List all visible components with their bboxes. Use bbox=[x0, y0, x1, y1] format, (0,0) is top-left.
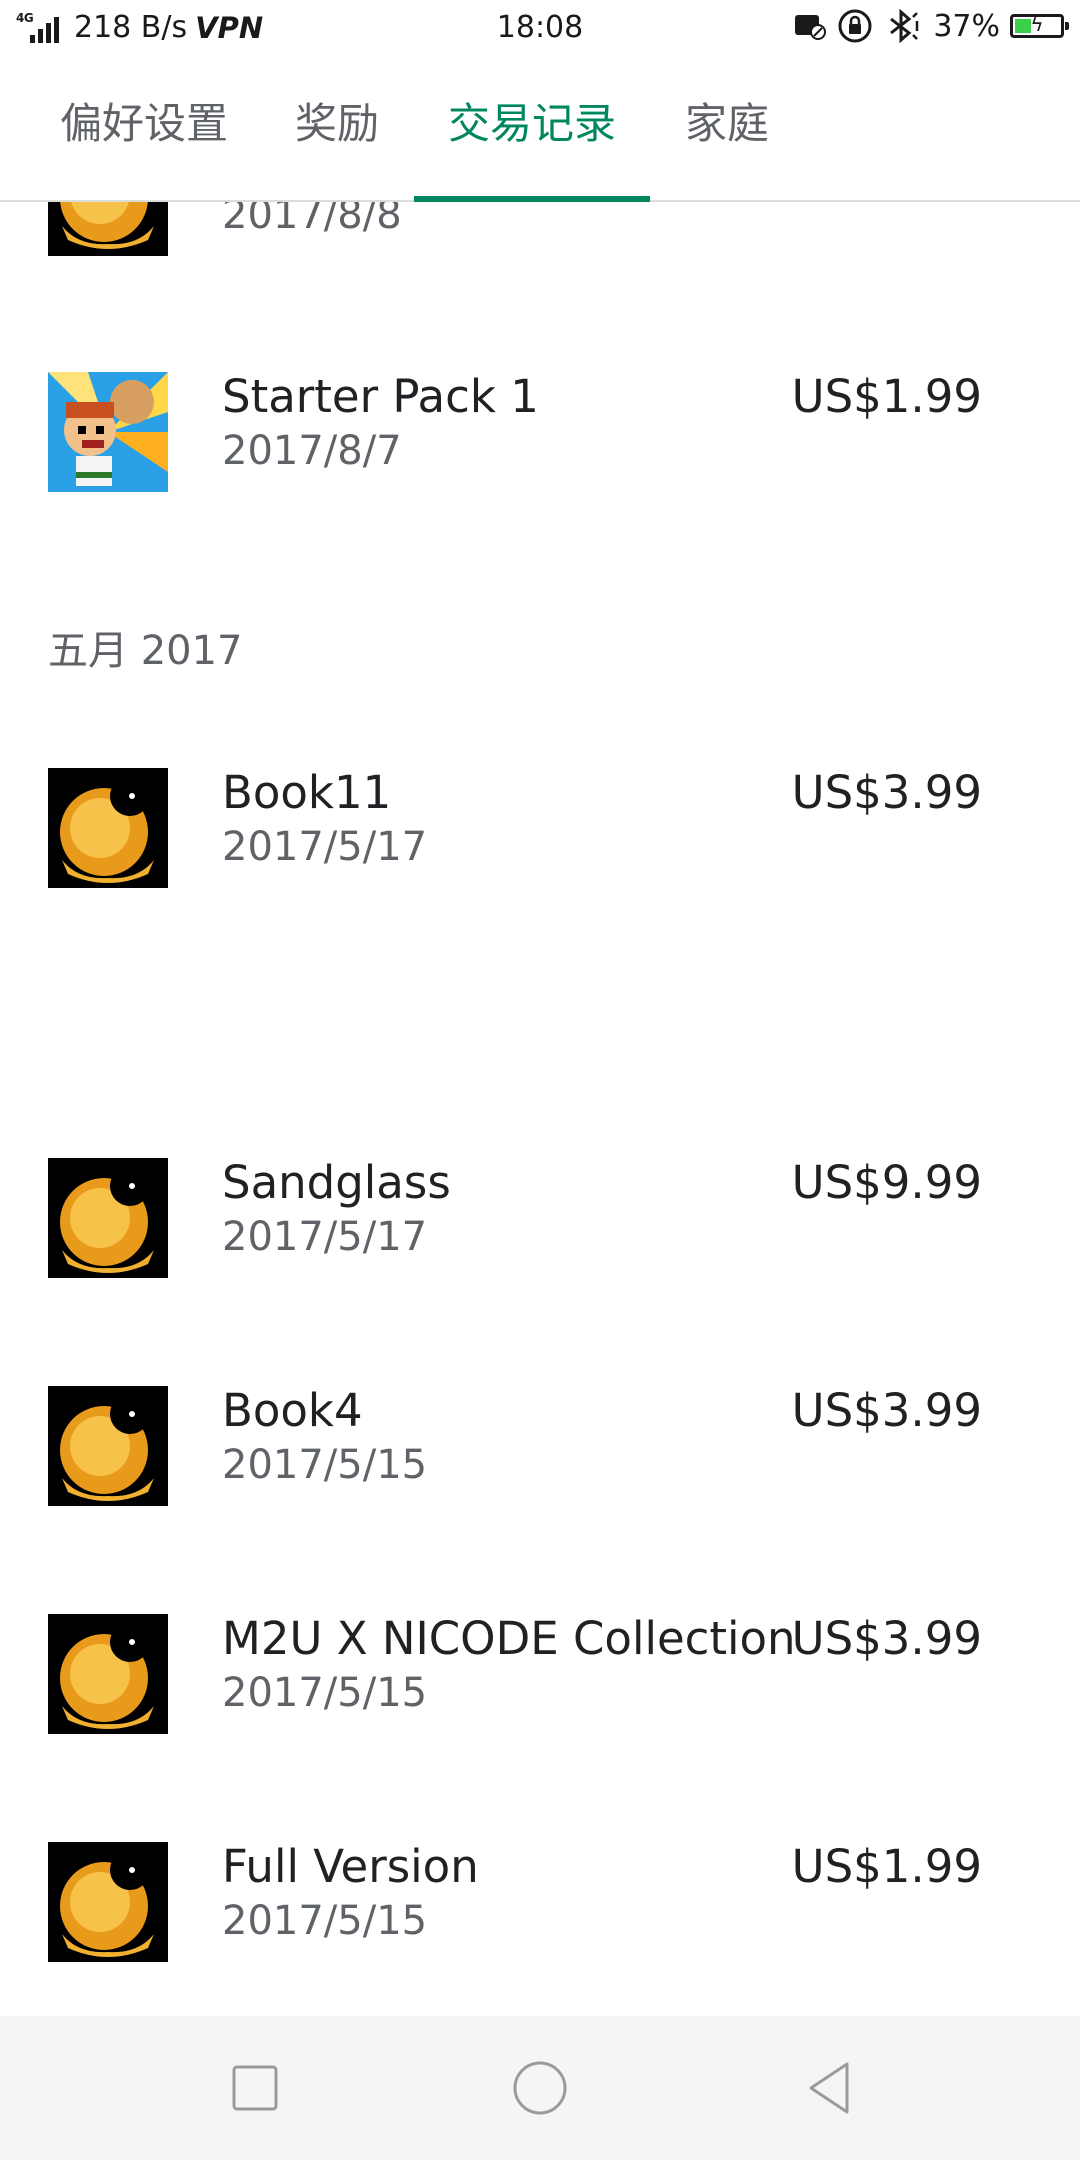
back-button[interactable] bbox=[793, 2052, 865, 2124]
item-price: US$3.99 bbox=[791, 766, 982, 819]
list-item[interactable]: Book11 2017/5/17 US$3.99 bbox=[0, 766, 1080, 948]
deemo-icon bbox=[48, 1386, 168, 1506]
status-bar: 4G 218 B/s VPN 18:08 37% ϟ bbox=[0, 0, 1080, 56]
tab-bar: 偏好设置 奖励 交易记录 家庭 bbox=[0, 72, 1080, 202]
item-date: 2017/8/8 bbox=[222, 202, 402, 238]
item-price: US$3.99 bbox=[791, 1612, 982, 1665]
list-item[interactable]: Book4 2017/5/15 US$3.99 bbox=[0, 1384, 1080, 1566]
screenshot-icon bbox=[795, 15, 827, 40]
recents-button[interactable] bbox=[219, 2052, 291, 2124]
section-header-month: 五月 2017 bbox=[48, 628, 243, 674]
dan-the-man-icon bbox=[48, 372, 168, 492]
item-title: Starter Pack 1 bbox=[222, 370, 539, 423]
deemo-icon bbox=[48, 202, 168, 256]
tab-preferences[interactable]: 偏好设置 bbox=[44, 72, 244, 198]
transaction-list[interactable]: 2017/8/8 Starter Pack 1 2017/8/7 US$1.99 bbox=[0, 202, 1080, 2016]
item-price: US$1.99 bbox=[791, 1840, 982, 1893]
list-item[interactable]: Starter Pack 1 2017/8/7 US$1.99 bbox=[0, 370, 1080, 552]
bluetooth-icon bbox=[890, 9, 919, 43]
item-date: 2017/5/15 bbox=[222, 1442, 428, 1488]
deemo-icon bbox=[48, 1614, 168, 1734]
item-title: Book4 bbox=[222, 1384, 363, 1437]
circle-icon bbox=[513, 2061, 567, 2115]
rotation-lock-icon bbox=[838, 9, 872, 43]
item-title: Sandglass bbox=[222, 1156, 451, 1209]
item-price: US$9.99 bbox=[791, 1156, 982, 1209]
item-date: 2017/5/15 bbox=[222, 1898, 428, 1944]
item-title: Book11 bbox=[222, 766, 392, 819]
list-item[interactable]: Full Version 2017/5/15 US$1.99 bbox=[0, 1840, 1080, 2016]
list-item[interactable]: Sandglass 2017/5/17 US$9.99 bbox=[0, 1156, 1080, 1338]
item-date: 2017/5/15 bbox=[222, 1670, 428, 1716]
deemo-icon bbox=[48, 1842, 168, 1962]
list-item[interactable]: M2U X NICODE Collection 2017/5/15 US$3.9… bbox=[0, 1612, 1080, 1794]
status-right: 37% ϟ bbox=[793, 8, 1069, 44]
item-price: US$1.99 bbox=[791, 370, 982, 423]
tab-family[interactable]: 家庭 bbox=[672, 72, 782, 198]
battery-icon: ϟ bbox=[1010, 12, 1069, 38]
deemo-icon bbox=[48, 1158, 168, 1278]
item-date: 2017/5/17 bbox=[222, 1214, 428, 1260]
tab-order-history[interactable]: 交易记录 bbox=[414, 72, 650, 198]
back-triangle-icon bbox=[809, 2062, 849, 2114]
battery-percent: 37% bbox=[933, 8, 1000, 44]
item-title: M2U X NICODE Collection bbox=[222, 1612, 796, 1665]
home-button[interactable] bbox=[504, 2052, 576, 2124]
item-date: 2017/5/17 bbox=[222, 824, 428, 870]
item-price: US$3.99 bbox=[791, 1384, 982, 1437]
list-item[interactable]: 2017/8/8 bbox=[0, 202, 1080, 316]
tab-rewards[interactable]: 奖励 bbox=[282, 72, 392, 198]
item-title: Full Version bbox=[222, 1840, 479, 1893]
deemo-icon bbox=[48, 768, 168, 888]
square-icon bbox=[232, 2065, 278, 2111]
item-date: 2017/8/7 bbox=[222, 428, 402, 474]
system-nav-bar bbox=[0, 2016, 1080, 2160]
